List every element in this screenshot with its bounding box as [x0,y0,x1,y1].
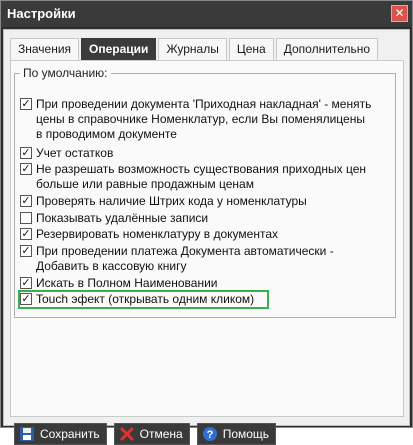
tab-bar: Значения Операции Журналы Цена Дополните… [10,38,380,60]
option-change-prices[interactable]: ✓ При проведении документа 'Приходная на… [20,97,374,142]
cancel-label: Отмена [139,427,183,441]
checkbox-restrict-purchase-prices[interactable]: ✓ [20,163,32,175]
window-title: Настройки [7,6,76,21]
option-label: Учет остатков [36,146,114,160]
help-label: Помощь [222,427,270,441]
option-check-barcode[interactable]: ✓ Проверять наличие Штрих кода у номенкл… [20,194,374,209]
checkbox-add-to-cashbook[interactable]: ✓ [20,245,32,257]
save-label: Сохранить [40,427,100,441]
title-bar[interactable]: Настройки ✕ [1,1,412,27]
save-button[interactable]: Сохранить [14,423,107,445]
option-label: Проверять наличие Штрих кода у номенклат… [36,194,307,208]
checkbox-stock-accounting[interactable]: ✓ [20,147,32,159]
checkbox-touch-effect[interactable]: ✓ [20,293,32,305]
option-show-deleted[interactable]: Показывать удалённые записи [20,211,374,226]
option-add-to-cashbook[interactable]: ✓ При проведении платежа Документа автом… [20,244,374,274]
tab-price[interactable]: Цена [228,38,274,60]
option-label: Touch эфект (открывать одним кликом) [36,292,255,306]
option-label: Показывать удалённые записи [36,211,209,225]
option-label: Искать в Полном Наименовании [36,276,218,290]
operations-panel: По умолчанию: ✓ При проведении документа… [10,60,404,417]
tab-journals[interactable]: Журналы [158,38,227,60]
option-search-full-name[interactable]: ✓ Искать в Полном Наименовании [20,276,374,291]
footer-buttons: Сохранить Отмена ? Помощь [14,423,277,445]
option-reserve-items[interactable]: ✓ Резервировать номенклатуру в документа… [20,227,374,242]
tab-values[interactable]: Значения [10,38,80,60]
defaults-group: По умолчанию: ✓ При проведении документа… [14,66,396,318]
cancel-button[interactable]: Отмена [113,423,190,445]
defaults-legend: По умолчанию: [23,66,108,80]
option-label: При проведении документа 'Приходная накл… [36,97,372,141]
option-label: Резервировать номенклатуру в документах [36,227,278,241]
settings-window: Настройки ✕ Значения Операции Журналы Це… [0,0,413,445]
checkbox-show-deleted[interactable] [20,212,32,224]
floppy-disk-icon [19,426,35,442]
red-x-icon [119,426,135,442]
checkbox-search-full-name[interactable]: ✓ [20,277,32,289]
close-icon: ✕ [394,6,405,20]
close-button[interactable]: ✕ [391,5,408,22]
option-stock-accounting[interactable]: ✓ Учет остатков [20,146,374,161]
checkbox-change-prices[interactable]: ✓ [20,98,32,110]
tab-additional[interactable]: Дополнительно [275,38,379,60]
svg-text:?: ? [206,429,213,441]
tab-operations[interactable]: Операции [81,38,157,60]
checkbox-reserve-items[interactable]: ✓ [20,228,32,240]
option-touch-effect[interactable]: ✓ Touch эфект (открывать одним кликом) [18,290,269,309]
checkbox-check-barcode[interactable]: ✓ [20,195,32,207]
question-mark-icon: ? [202,426,218,442]
option-label: Не разрешать возможность существования п… [36,162,367,191]
option-label: При проведении платежа Документа автомат… [36,244,334,273]
help-button[interactable]: ? Помощь [196,423,277,445]
option-restrict-purchase-prices[interactable]: ✓ Не разрешать возможность существования… [20,162,374,192]
dialog-content: Значения Операции Журналы Цена Дополните… [3,29,410,445]
